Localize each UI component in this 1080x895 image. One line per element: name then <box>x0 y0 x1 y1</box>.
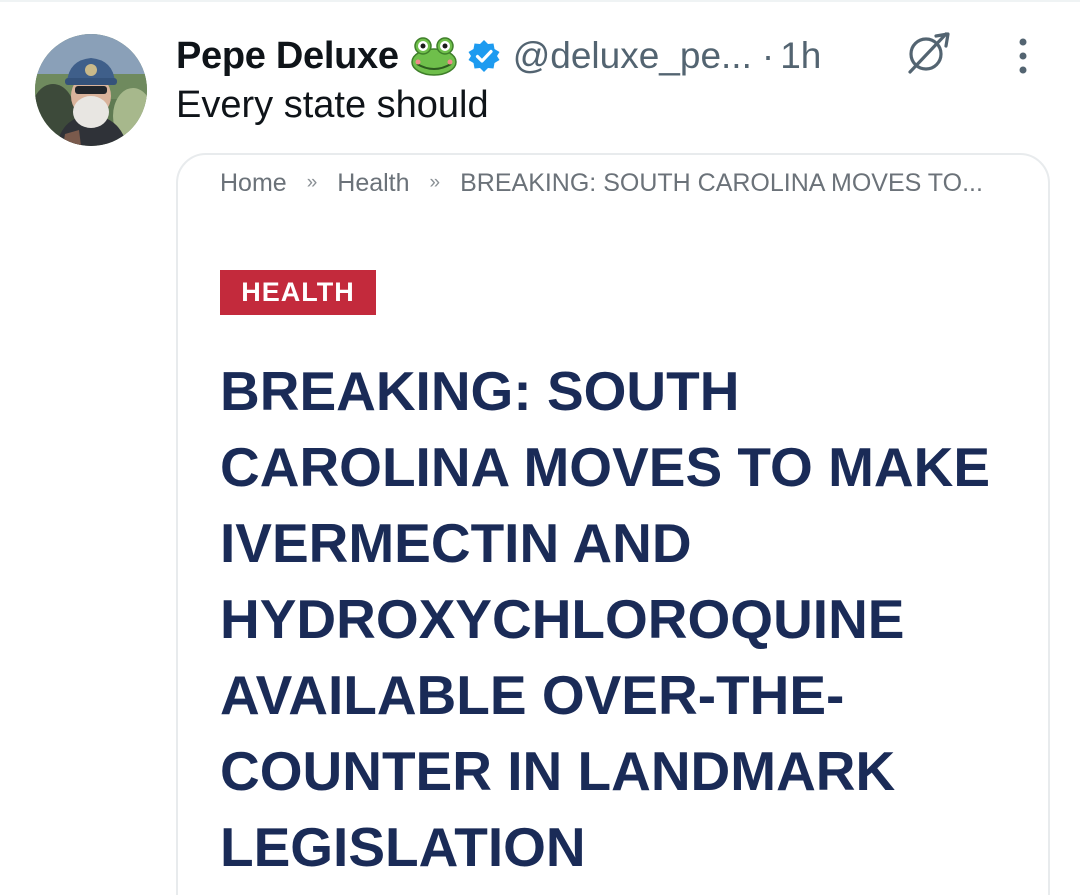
breadcrumb: Home » Health » BREAKING: SOUTH CAROLINA… <box>220 165 983 201</box>
breadcrumb-separator: » <box>306 172 318 193</box>
verified-badge-icon[interactable] <box>467 39 501 73</box>
user-handle[interactable]: @deluxe_pe... <box>513 35 752 77</box>
avatar[interactable] <box>35 34 147 146</box>
grok-icon[interactable] <box>904 30 952 76</box>
tweet-text: Every state should <box>176 84 489 126</box>
breadcrumb-health[interactable]: Health <box>337 169 409 198</box>
breadcrumb-current: BREAKING: SOUTH CAROLINA MOVES TO... <box>460 168 983 197</box>
breadcrumb-separator: » <box>429 172 441 193</box>
article-headline: BREAKING: SOUTH CAROLINA MOVES TO MAKE I… <box>220 360 991 878</box>
timestamp[interactable]: 1h <box>780 35 821 77</box>
dot-separator: · <box>761 35 775 76</box>
top-divider <box>0 0 1080 2</box>
avatar-image <box>35 34 147 146</box>
breadcrumb-home[interactable]: Home <box>220 169 287 198</box>
tweet-view: Pepe Deluxe @deluxe_pe... · 1h Every sta… <box>0 0 1080 895</box>
frog-face-icon <box>409 36 459 76</box>
tweet-header: Pepe Deluxe @deluxe_pe... · 1h <box>176 30 821 82</box>
article-card[interactable]: Home » Health » BREAKING: SOUTH CAROLINA… <box>176 153 1050 895</box>
category-badge[interactable]: HEALTH <box>220 270 376 315</box>
more-vertical-icon[interactable] <box>1012 36 1034 76</box>
display-name[interactable]: Pepe Deluxe <box>176 35 399 78</box>
